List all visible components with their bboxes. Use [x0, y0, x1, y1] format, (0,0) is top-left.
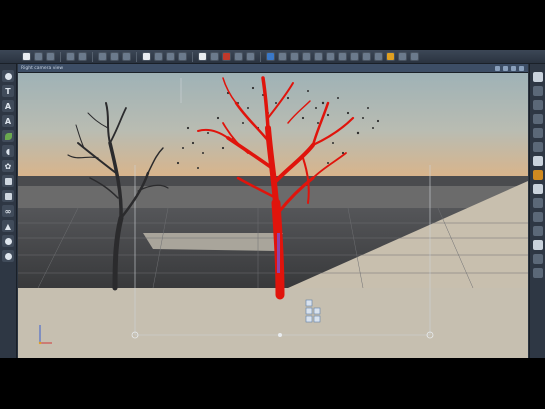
application-window: T A A ◖ ✿ ∞ ▲ Right camera view [0, 50, 545, 358]
scale-tool-icon[interactable] [532, 184, 543, 194]
scale-icon[interactable] [178, 52, 187, 61]
select-icon[interactable] [142, 52, 151, 61]
atmosphere-icon[interactable] [326, 52, 335, 61]
help-icon[interactable] [410, 52, 419, 61]
sound-tool-icon[interactable]: ◖ [2, 145, 14, 157]
right-tool-palette [529, 64, 545, 358]
toolbar-separator [192, 51, 193, 62]
save-icon[interactable] [46, 52, 55, 61]
toolbar-separator [60, 51, 61, 62]
viewport-header: Right camera view [18, 64, 528, 73]
sun-icon[interactable] [338, 52, 347, 61]
new-icon[interactable] [22, 52, 31, 61]
fire-tool-icon[interactable]: ▲ [2, 220, 14, 232]
open-icon[interactable] [34, 52, 43, 61]
cloud-icon[interactable] [198, 52, 207, 61]
highlight-icon[interactable] [386, 52, 395, 61]
view-close-icon[interactable] [519, 65, 524, 71]
move-tool-icon[interactable] [532, 212, 543, 222]
redo-icon[interactable] [78, 52, 87, 61]
toolbar-separator [92, 51, 93, 62]
material-preview-icon[interactable] [532, 156, 543, 166]
gear-icon[interactable] [2, 250, 14, 262]
water-icon[interactable] [362, 52, 371, 61]
object-tool-icon[interactable] [2, 235, 14, 247]
duplicate-icon[interactable] [532, 100, 543, 110]
view-mode-icon[interactable] [495, 65, 500, 71]
delete-icon[interactable] [532, 240, 543, 250]
render-icon[interactable] [210, 52, 219, 61]
view-maximize-icon[interactable] [511, 65, 516, 71]
align-icon[interactable] [532, 128, 543, 138]
grid-icon[interactable] [246, 52, 255, 61]
layers-icon[interactable] [302, 52, 311, 61]
display-icon[interactable] [290, 52, 299, 61]
edit-icon[interactable] [532, 86, 543, 96]
undo-icon[interactable] [66, 52, 75, 61]
sphere-tool-icon[interactable] [2, 70, 14, 82]
light-icon[interactable] [234, 52, 243, 61]
copy-icon[interactable] [110, 52, 119, 61]
terrain-icon[interactable] [314, 52, 323, 61]
shape-tool-icon[interactable] [2, 175, 14, 187]
cut-icon[interactable] [98, 52, 107, 61]
material-icon[interactable] [278, 52, 287, 61]
cloud-layer-icon[interactable] [350, 52, 359, 61]
video-letterbox-top [0, 0, 545, 50]
foreground-plane [18, 288, 528, 358]
link-tool-icon[interactable]: ∞ [2, 205, 14, 217]
rotate-tool-icon[interactable] [532, 198, 543, 208]
view-options-icon[interactable] [503, 65, 508, 71]
video-letterbox-bottom [0, 358, 545, 409]
type2-tool-icon[interactable]: A [2, 115, 14, 127]
text-tool-icon[interactable]: T [2, 85, 14, 97]
globe-tool-icon[interactable] [2, 130, 14, 142]
type-tool-icon[interactable]: A [2, 100, 14, 112]
toolbar-separator [136, 51, 137, 62]
group-icon[interactable] [532, 114, 543, 124]
drop-icon[interactable] [532, 142, 543, 152]
rotate-icon[interactable] [166, 52, 175, 61]
zoom-icon[interactable] [532, 268, 543, 278]
plant-icon[interactable] [374, 52, 383, 61]
plant-editor-icon[interactable] [532, 170, 543, 180]
terrain-slab [143, 233, 283, 251]
flower-tool-icon[interactable]: ✿ [2, 160, 14, 172]
viewport-scene [18, 73, 528, 358]
bounds-handle-center[interactable] [278, 333, 282, 337]
trunk-highlight [277, 233, 280, 273]
preferences-icon[interactable] [398, 52, 407, 61]
left-tool-palette: T A A ◖ ✿ ∞ ▲ [0, 64, 17, 358]
camera-link-icon[interactable] [532, 254, 543, 264]
snap-icon[interactable] [266, 52, 275, 61]
info-icon[interactable] [532, 226, 543, 236]
viewport-title: Right camera view [21, 65, 64, 71]
page-tool-icon[interactable] [2, 190, 14, 202]
toolbar-separator [260, 51, 261, 62]
camera-icon[interactable] [222, 52, 231, 61]
properties-icon[interactable] [532, 72, 543, 82]
paste-icon[interactable] [122, 52, 131, 61]
3d-viewport[interactable] [18, 73, 528, 358]
main-toolbar [0, 50, 545, 64]
viewport-controls [495, 65, 528, 71]
move-icon[interactable] [154, 52, 163, 61]
